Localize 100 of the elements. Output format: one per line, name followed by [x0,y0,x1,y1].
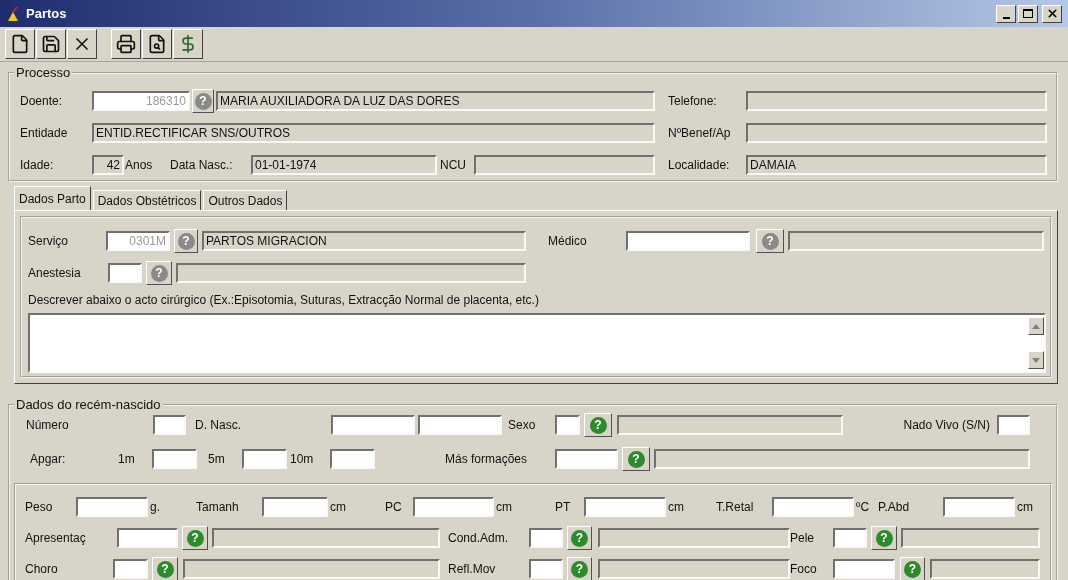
read-only-field: MARIA AUXILIADORA DA LUZ DAS DORES [216,91,655,111]
input-field[interactable] [626,231,750,251]
field-label: 5m [208,452,226,466]
field-label: Serviço [28,234,69,248]
description-text-area[interactable] [28,313,1046,373]
field-label: Sexo [508,418,537,432]
field-label: cm [330,500,347,514]
field-label: Anestesia [28,266,82,280]
input-field[interactable] [833,559,895,579]
input-field[interactable] [997,415,1030,435]
field-label: Médico [548,234,588,248]
pencil-icon [6,5,20,22]
input-field[interactable] [833,528,867,548]
field-label: cm [496,500,513,514]
help-button[interactable]: ? [182,526,208,550]
input-field[interactable] [262,497,328,517]
tab[interactable]: Dados Parto [14,186,91,210]
help-button[interactable]: ? [900,557,925,580]
scroll-up-button[interactable] [1028,317,1044,335]
file-search-icon [147,34,167,54]
input-field[interactable] [418,415,502,435]
field-label: Apresentaç [25,531,87,545]
description-label: Descrever abaixo o acto cirúrgico (Ex.:Episotomia, Suturas, Extracção Normal de placenta, etc.) [28,293,540,307]
input-field[interactable] [555,449,618,469]
field-label: Localidade: [668,158,731,172]
input-field[interactable] [413,497,494,517]
tab[interactable]: Outros Dados [203,190,288,210]
input-field[interactable] [529,559,563,579]
save-button[interactable] [36,29,66,59]
printer-icon [116,34,136,54]
input-field[interactable] [555,415,580,435]
field-label: NCU [440,158,467,172]
help-button[interactable]: ? [584,413,612,437]
field-label: Choro [25,562,59,576]
close-icon [1045,7,1059,20]
field-label: P.Abd [878,500,911,514]
field-label: cm [1017,500,1034,514]
field-label: Doente: [20,94,64,108]
input-field[interactable] [943,497,1015,517]
field-label: Data Nasc.: [170,158,234,172]
input-field[interactable] [152,449,197,469]
read-only-field: 42 [92,155,124,175]
tab[interactable]: Dados Obstétricos [92,190,202,210]
input-field[interactable] [108,263,142,283]
field-label: Nado Vivo (S/N) [902,418,990,432]
read-only-field: DAMAIA [746,155,1047,175]
print-button[interactable] [111,29,141,59]
scroll-down-button[interactable] [1028,351,1044,369]
field-label: PT [555,500,572,514]
maximize-icon [1023,9,1033,18]
field-label: 10m [290,452,315,466]
input-field[interactable] [584,497,666,517]
input-field[interactable] [331,415,415,435]
field-label: g. [150,500,161,514]
close-button[interactable] [1042,4,1062,23]
field-label: Apgar: [30,452,67,466]
input-field[interactable] [153,415,186,435]
field-label: Pele [790,531,816,545]
input-field[interactable] [117,528,178,548]
help-button[interactable]: ? [567,526,592,550]
input-field[interactable] [113,559,148,579]
field-label: NºBenef/Ap [668,126,732,140]
field-label: 1m [118,452,136,466]
help-button[interactable]: ? [622,447,650,471]
read-only-field: 01-01-1974 [251,155,437,175]
field-label: Cond.Adm. [448,531,510,545]
input-field[interactable] [529,528,563,548]
delete-button[interactable] [67,29,97,59]
maximize-button[interactable] [1018,4,1038,23]
field-label: Peso [25,500,54,514]
help-button[interactable]: ? [152,557,178,580]
group-title: Dados do recém-nascido [15,397,162,412]
input-field[interactable] [330,449,375,469]
input-field[interactable] [772,497,854,517]
field-label: Refl.Mov [448,562,497,576]
preview-button[interactable] [142,29,172,59]
file-icon [10,34,30,54]
input-field[interactable] [242,449,287,469]
minimize-button[interactable] [996,4,1016,23]
field-label: PC [385,500,403,514]
field-label: Número [26,418,70,432]
up-triangle-icon [1032,323,1040,329]
input-field[interactable] [76,497,148,517]
currency-button[interactable] [173,29,203,59]
field-label: Telefone: [668,94,718,108]
help-button[interactable]: ? [567,557,592,580]
field-label: T.Retal [716,500,755,514]
field-label: cm [668,500,685,514]
window-title: Partos [26,6,68,21]
field-label: Más formações [445,452,529,466]
read-only-field: PARTOS MIGRACION [202,231,526,251]
read-only-field: ENTID.RECTIFICAR SNS/OUTROS [92,123,655,143]
new-button[interactable] [5,29,35,59]
down-triangle-icon [1032,357,1040,363]
field-label: D. Nasc. [195,418,242,432]
group-title: Processo [15,65,72,80]
minimize-icon [1002,16,1010,19]
field-label: Idade: [20,158,55,172]
help-button[interactable]: ? [871,526,897,550]
field-label: Anos [125,158,154,172]
